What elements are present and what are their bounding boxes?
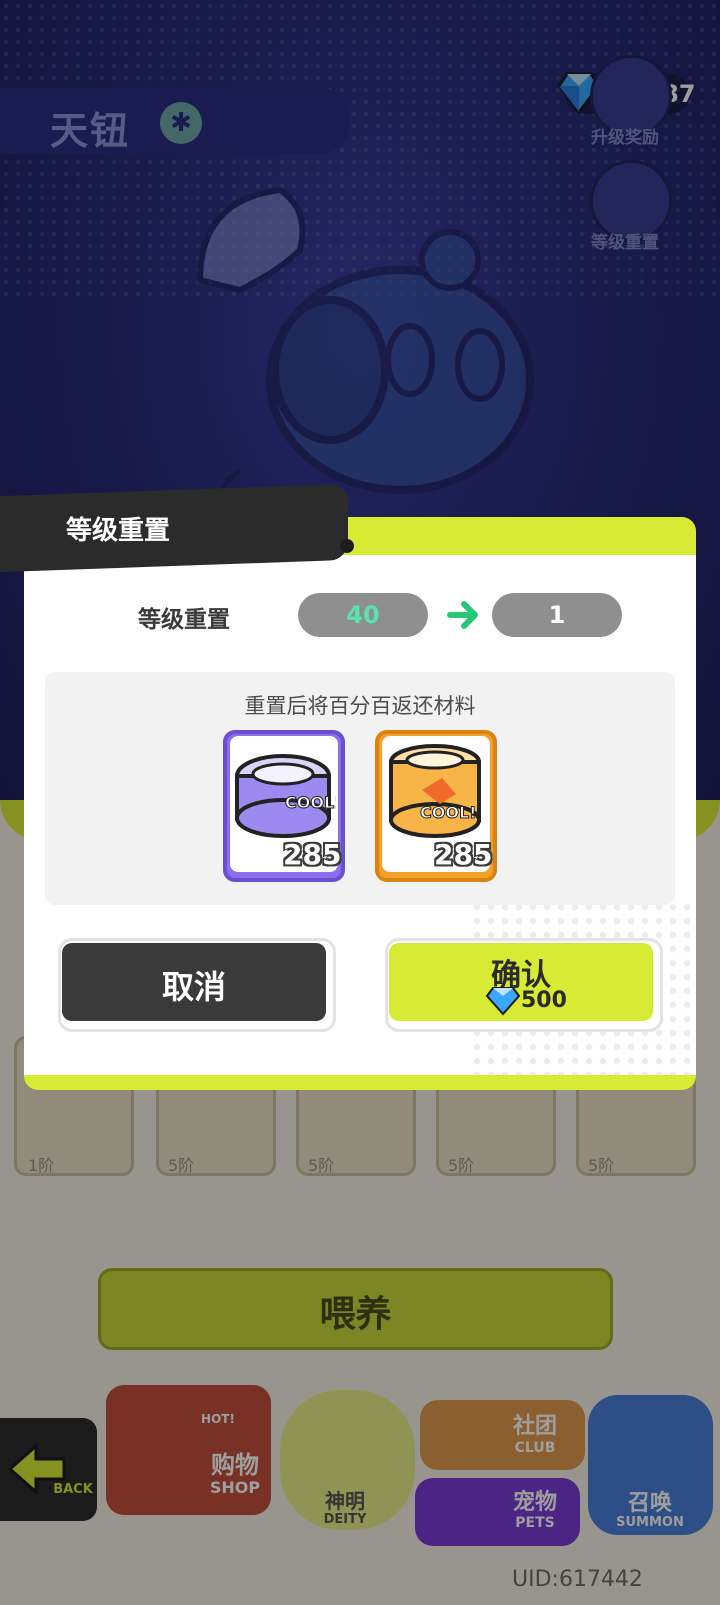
level-from: 40 [298,593,428,637]
confirm-cost: 500 [521,988,567,1013]
level-row-label: 等级重置 [138,607,230,633]
svg-text:COOL!: COOL! [420,803,476,822]
materials-title: 重置后将百分百返还材料 [244,694,476,718]
diamond-icon [485,987,521,1016]
dialog-title: 等级重置 [66,516,171,546]
arrow-right-icon [447,601,478,629]
cancel-button-label: 取消 [161,968,226,1006]
game-screen: 天钮 ✱ 22687 升级奖励 等级重置 1阶 5阶 5阶 5阶 5阶 喂养 B… [0,0,720,1605]
material-count: 285 [434,838,493,871]
banner-dot [340,539,354,553]
orange-can-icon: COOL! [389,744,481,838]
svg-text:COOL!: COOL! [285,793,336,812]
dialog-title-banner [0,483,348,573]
material-count: 285 [283,838,342,871]
level-to: 1 [492,593,622,637]
purple-can-icon: COOL! [235,754,336,838]
